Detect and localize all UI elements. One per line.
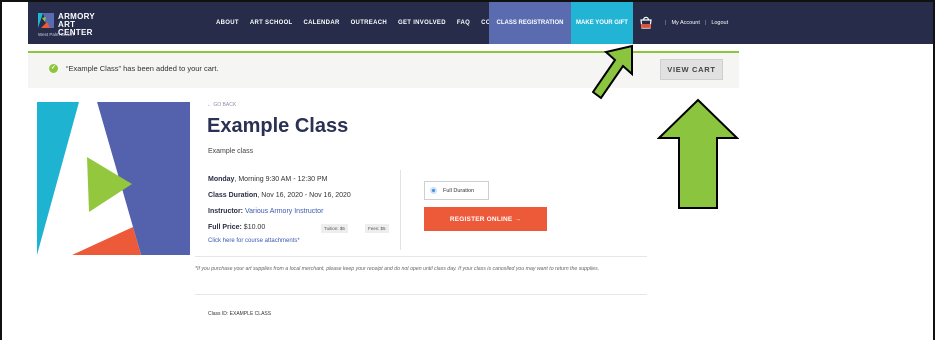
class-price: Full Price: $10.00 [208, 224, 265, 231]
site-logo[interactable]: ARMORY ART CENTER West Palm Beach [38, 13, 110, 39]
separator: | [704, 20, 707, 26]
annotation-arrow-icon [657, 98, 739, 209]
class-subtitle: Example class [208, 148, 254, 155]
radio-selected-icon[interactable] [430, 187, 437, 194]
class-artwork [37, 102, 190, 255]
class-day: Monday [208, 176, 235, 183]
logo-subtitle: West Palm Beach [38, 32, 74, 37]
separator: | [665, 20, 667, 26]
supplies-note: *If you purchase your art supplies from … [195, 266, 600, 272]
logout-link[interactable]: Logout [711, 20, 728, 26]
nav-get-involved[interactable]: GET INVOLVED [398, 20, 446, 26]
nav-class-registration[interactable]: CLASS REGISTRATION [489, 2, 571, 44]
check-icon: ✓ [49, 64, 58, 73]
class-duration-value: , Nov 16, 2020 - Nov 16, 2020 [257, 192, 351, 199]
nav-outreach[interactable]: OUTREACH [351, 20, 387, 26]
class-id: Class ID: EXAMPLE CLASS [208, 311, 272, 317]
class-duration-label: Class Duration [208, 192, 258, 199]
divider [195, 294, 647, 295]
nav-about[interactable]: ABOUT [216, 20, 239, 26]
instructor-label: Instructor: [208, 208, 243, 215]
class-schedule: Monday, Morning 9:30 AM - 12:30 PM [208, 176, 327, 183]
class-instructor: Instructor: Various Armory Instructor [208, 208, 323, 215]
price-label: Full Price: [208, 224, 242, 231]
go-back-link[interactable]: ← GO BACK [207, 102, 236, 108]
my-account-link[interactable]: My Account [671, 20, 699, 26]
cart-notice-message: “Example Class” has been added to your c… [66, 64, 219, 73]
divider [400, 170, 401, 250]
register-online-button[interactable]: REGISTER ONLINE → [424, 207, 547, 231]
full-duration-label: Full Duration [443, 187, 475, 194]
class-time: , Morning 9:30 AM - 12:30 PM [234, 176, 328, 183]
instructor-link[interactable]: Various Armory Instructor [245, 208, 323, 215]
view-cart-button[interactable]: VIEW CART [660, 59, 723, 80]
full-duration-option[interactable]: Full Duration [424, 181, 489, 200]
account-links: | My Account | Logout [660, 2, 728, 44]
course-attachments-link[interactable]: Click here for course attachments* [208, 238, 300, 244]
annotation-arrow-icon [592, 44, 633, 100]
shopping-bag-icon[interactable] [639, 15, 653, 29]
nav-faq[interactable]: FAQ [457, 20, 470, 26]
nav-calendar[interactable]: CALENDAR [304, 20, 340, 26]
price-value: $10.00 [243, 224, 266, 231]
site-header: ARMORY ART CENTER West Palm Beach ABOUT … [28, 2, 933, 44]
main-nav: ABOUT ART SCHOOL CALENDAR OUTREACH GET I… [216, 2, 523, 44]
tuition-badge: Tuition: $5 [321, 224, 348, 233]
nav-art-school[interactable]: ART SCHOOL [250, 20, 293, 26]
divider [195, 256, 647, 257]
class-title: Example Class [207, 115, 349, 137]
class-duration: Class Duration, Nov 16, 2020 - Nov 16, 2… [208, 192, 351, 199]
nav-make-your-gift[interactable]: MAKE YOUR GIFT [571, 2, 633, 44]
fees-badge: Fees: $5 [365, 224, 389, 233]
logo-mark-icon [38, 13, 54, 28]
